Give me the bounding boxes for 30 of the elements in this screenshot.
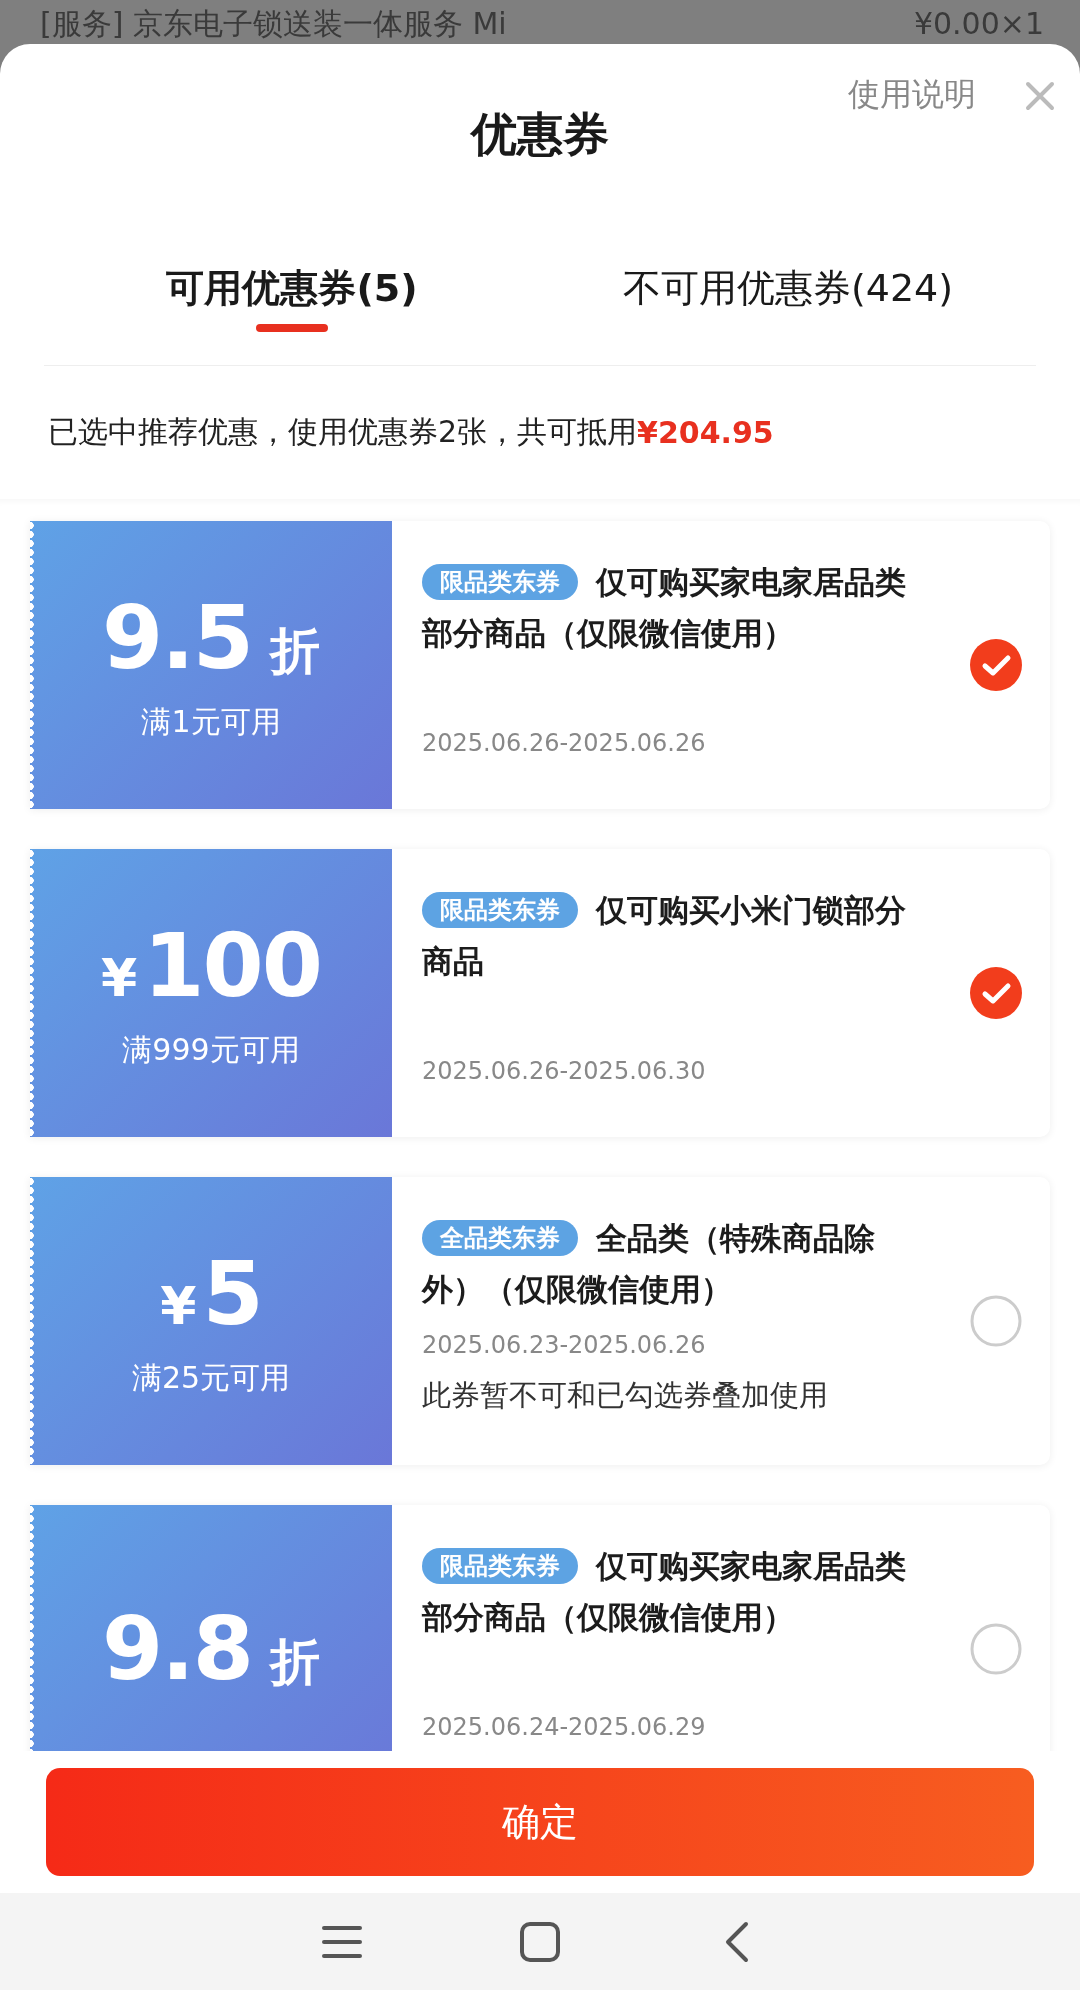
condition-text: 满25元可用 [131,1360,291,1396]
summary-text: 已选中推荐优惠，使用优惠券2张，共可抵用¥204.95 [47,413,775,452]
tab[interactable]: 不可用优惠券(424) [622,263,954,312]
discount-text: 9.8 折 [102,1601,320,1697]
discount-text: 9.5 折 [102,590,320,686]
tab[interactable]: 可用优惠券(5) [166,263,418,312]
validity-dates: 2025.06.23-2025.06.26 [422,1330,707,1361]
coupon-title: 限品类东券 仅可购买家电家居品类部分商品（仅限微信使用） [422,1547,907,1637]
coupon-card[interactable]: ¥100 满999元可用 限品类东券 仅可购买小米门锁部分商品 2025.06.26-2025.06.30 [30,849,1050,1137]
coupon-title: 限品类东券 仅可购买家电家居品类部分商品（仅限微信使用） [422,563,907,653]
confirm-button[interactable]: 确定 [46,1768,1034,1876]
checked-circle-icon[interactable] [970,967,1022,1019]
condition-text: 满1元可用 [141,704,281,740]
validity-dates: 2025.06.26-2025.06.30 [422,1056,707,1087]
sheet-title: 优惠券 [471,106,609,163]
coupon-card[interactable]: 9.5 折 满1元可用 限品类东券 仅可购买家电家居品类部分商品（仅限微信使用） 2025.06.26-2025.06.26 [30,521,1050,809]
coupon-note: 此券暂不可和已勾选券叠加使用 [422,1377,829,1414]
help-link[interactable]: 使用说明 [848,74,976,114]
background-item-name: [服务] 京东电子锁送装一体服务 Mi [40,6,507,42]
amount-text: ¥100 [101,918,321,1014]
checked-circle-icon[interactable] [970,639,1022,691]
condition-text: 满999元可用 [122,1032,300,1068]
validity-dates: 2025.06.26-2025.06.26 [422,728,707,759]
coupon-title: 限品类东券 仅可购买小米门锁部分商品 [422,891,907,981]
background-item-price: ¥0.00×1 [913,6,1044,42]
coupon-title: 全品类东券 全品类（特殊商品除外）（仅限微信使用） [422,1219,876,1309]
tab-underline [256,323,328,332]
coupon-card[interactable]: ¥5 满25元可用 全品类东券 全品类（特殊商品除外）（仅限微信使用） 2025.06.23-2025.06.26 此券暂不可和已勾选券叠加使用 [30,1177,1050,1465]
validity-dates: 2025.06.24-2025.06.29 [422,1712,707,1743]
amount-text: ¥5 [160,1246,262,1342]
